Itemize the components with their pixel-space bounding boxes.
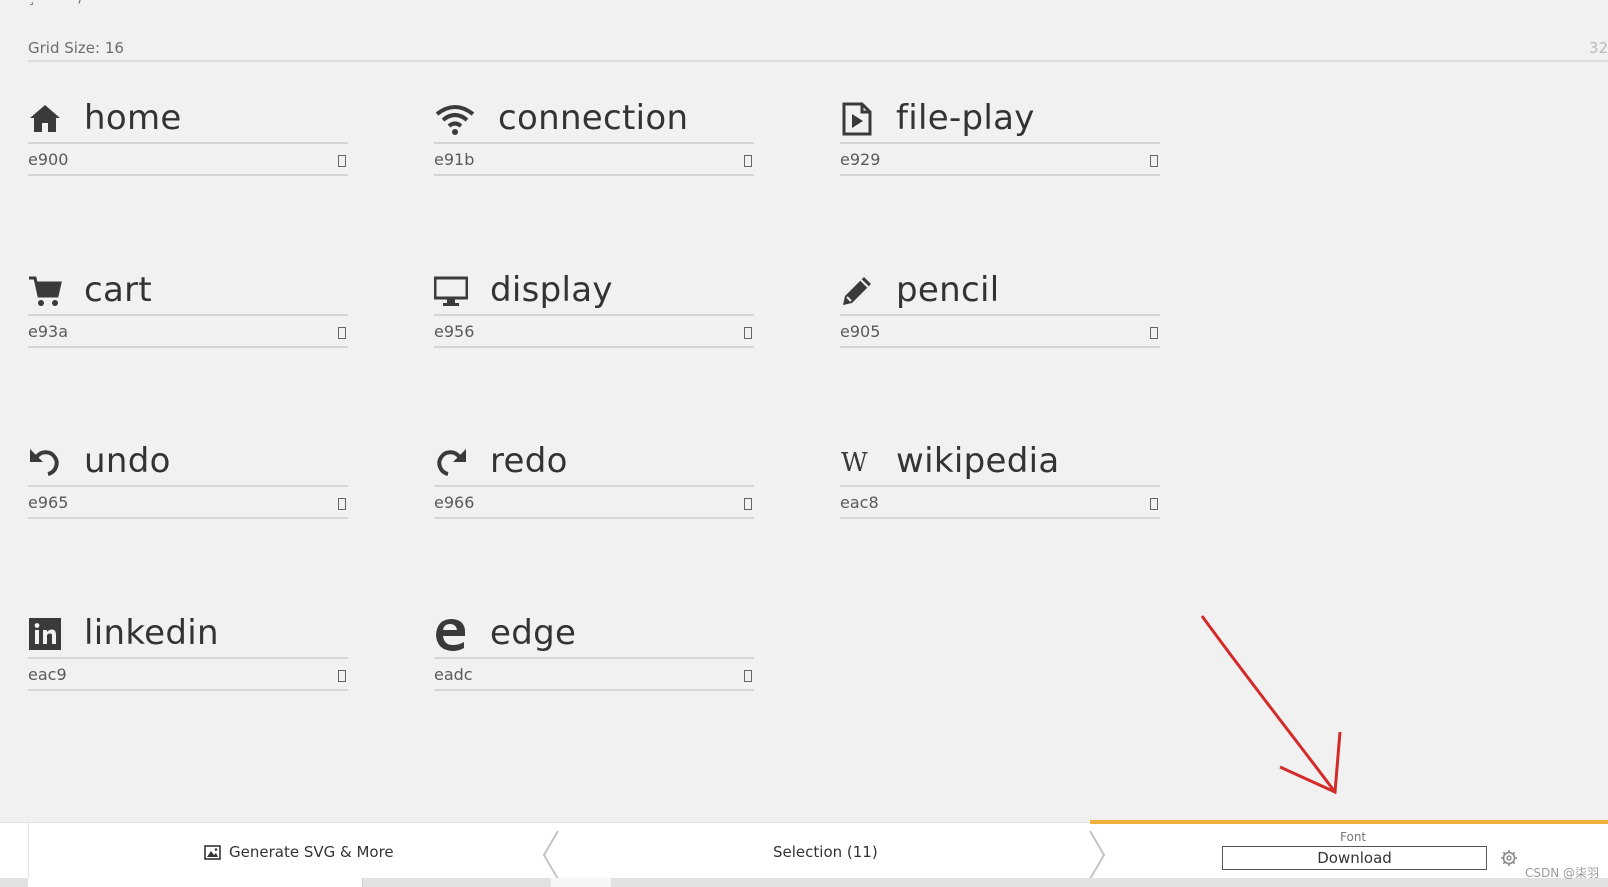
glyph-name: linkedin bbox=[84, 613, 219, 653]
glyph-code[interactable]: e93a bbox=[28, 322, 68, 341]
connection-icon bbox=[434, 102, 476, 136]
glyph-card[interactable]: linkedin eac9 bbox=[28, 609, 348, 699]
glyph-card[interactable]: W wikipedia eac8 bbox=[840, 437, 1160, 527]
linkedin-icon bbox=[28, 617, 62, 651]
glyph-code[interactable]: eac8 bbox=[840, 493, 879, 512]
glyph-code[interactable]: eadc bbox=[434, 665, 473, 684]
glyph-name: undo bbox=[84, 441, 171, 481]
glyph-preview-box bbox=[338, 670, 346, 682]
glyph-preview-box bbox=[338, 498, 346, 510]
selection-label: Selection (11) bbox=[773, 843, 878, 861]
undo-icon bbox=[28, 445, 62, 479]
glyph-card[interactable]: file-play e929 bbox=[840, 94, 1160, 184]
glyph-code[interactable]: eac9 bbox=[28, 665, 67, 684]
glyph-preview-box bbox=[338, 155, 346, 167]
glyph-card[interactable]: display e956 bbox=[434, 266, 754, 356]
glyph-code[interactable]: e966 bbox=[434, 493, 474, 512]
annotation-arrow bbox=[1200, 615, 1342, 795]
glyph-card[interactable]: home e900 bbox=[28, 94, 348, 184]
display-icon bbox=[434, 274, 468, 308]
glyph-card[interactable]: pencil e905 bbox=[840, 266, 1160, 356]
generate-svg-button[interactable]: Generate SVG & More bbox=[28, 823, 558, 879]
glyph-code[interactable]: e956 bbox=[434, 322, 474, 341]
glyph-code[interactable]: e905 bbox=[840, 322, 880, 341]
glyph-card[interactable]: cart e93a bbox=[28, 266, 348, 356]
glyph-preview-box bbox=[1150, 327, 1158, 339]
glyph-preview-box bbox=[744, 498, 752, 510]
scrollbar-thumb[interactable] bbox=[28, 878, 363, 887]
glyph-name: display bbox=[490, 270, 613, 310]
font-label: Font bbox=[1340, 830, 1367, 844]
edge-icon bbox=[434, 617, 468, 651]
file-play-icon bbox=[840, 102, 874, 136]
glyph-code[interactable]: e900 bbox=[28, 150, 68, 169]
grid-size-max: 32 bbox=[1588, 39, 1608, 57]
gear-icon[interactable] bbox=[1500, 849, 1518, 867]
glyph-card[interactable]: connection e91b bbox=[434, 94, 754, 184]
glyph-preview-box bbox=[744, 155, 752, 167]
glyph-name: edge bbox=[490, 613, 577, 653]
grid-size-label: Grid Size: 16 bbox=[28, 39, 124, 57]
glyph-name: pencil bbox=[896, 270, 1000, 310]
pencil-icon bbox=[840, 274, 874, 308]
glyph-preview-box bbox=[744, 670, 752, 682]
watermark: CSDN @柒羽 bbox=[1525, 866, 1600, 880]
glyph-code[interactable]: e91b bbox=[434, 150, 474, 169]
glyph-name: connection bbox=[498, 98, 689, 138]
wikipedia-icon: W bbox=[840, 445, 874, 479]
image-icon bbox=[204, 844, 221, 860]
glyph-card[interactable]: redo e966 bbox=[434, 437, 754, 527]
glyph-preview-box bbox=[338, 327, 346, 339]
glyph-name: file-play bbox=[896, 98, 1035, 138]
glyph-preview-box bbox=[744, 327, 752, 339]
glyph-name: redo bbox=[490, 441, 568, 481]
truncated-top-text: ¸ ······· / · bbox=[28, 0, 93, 6]
glyph-name: home bbox=[84, 98, 182, 138]
glyph-preview-box bbox=[1150, 155, 1158, 167]
redo-icon bbox=[434, 445, 468, 479]
scrollbar-segment bbox=[551, 878, 611, 887]
svg-text:W: W bbox=[841, 448, 868, 478]
glyph-card[interactable]: edge eadc bbox=[434, 609, 754, 699]
cart-icon bbox=[28, 274, 62, 308]
home-icon bbox=[28, 102, 62, 136]
glyph-preview-box bbox=[1150, 498, 1158, 510]
download-button[interactable]: Download bbox=[1222, 846, 1487, 870]
glyph-code[interactable]: e929 bbox=[840, 150, 880, 169]
glyph-name: wikipedia bbox=[896, 441, 1060, 481]
glyph-card[interactable]: undo e965 bbox=[28, 437, 348, 527]
chevron-left-icon bbox=[542, 830, 559, 880]
icomoon-app: ¸ ······· / · Grid Size: 16 32 home e900… bbox=[0, 0, 1608, 887]
glyph-name: cart bbox=[84, 270, 153, 310]
generate-svg-label: Generate SVG & More bbox=[229, 843, 394, 861]
grid-size-bar[interactable]: Grid Size: 16 32 bbox=[28, 36, 1608, 62]
glyph-code[interactable]: e965 bbox=[28, 493, 68, 512]
